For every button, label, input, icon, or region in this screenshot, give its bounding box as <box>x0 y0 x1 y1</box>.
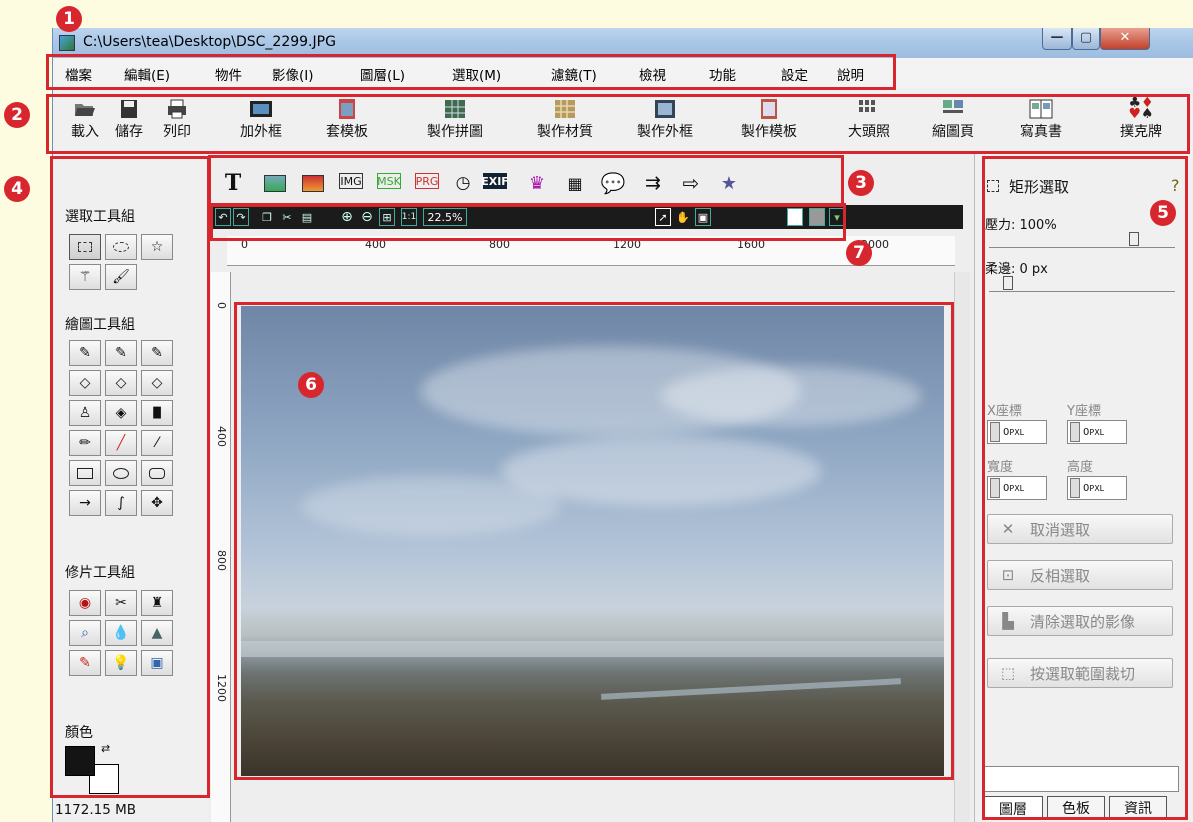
memory-status: 1172.15 MB <box>55 802 137 818</box>
maximize-button[interactable]: ▢ <box>1072 28 1100 50</box>
annotation-box-6 <box>234 302 954 780</box>
app-icon <box>59 35 75 51</box>
close-button[interactable]: ✕ <box>1100 28 1150 50</box>
badge-2: 2 <box>4 102 30 128</box>
badge-1: 1 <box>56 6 82 32</box>
badge-4: 4 <box>4 176 30 202</box>
window-title: C:\Users\tea\Desktop\DSC_2299.JPG <box>83 34 336 50</box>
ruler-v-400: 400 <box>215 426 228 447</box>
annotation-box-3 <box>208 155 844 207</box>
annotation-box-1 <box>46 54 896 90</box>
annotation-box-7 <box>210 203 846 241</box>
badge-5: 5 <box>1150 200 1176 226</box>
badge-6: 6 <box>298 372 324 398</box>
ruler-v-1200: 1200 <box>215 674 228 702</box>
ruler-v-0: 0 <box>215 302 228 309</box>
annotation-box-4 <box>50 156 210 798</box>
annotation-box-5 <box>982 156 1188 820</box>
minimize-button[interactable]: — <box>1042 28 1072 50</box>
vertical-scrollbar[interactable] <box>954 272 970 822</box>
ruler-v-800: 800 <box>215 550 228 571</box>
badge-3: 3 <box>848 170 874 196</box>
badge-7: 7 <box>846 240 872 266</box>
vertical-ruler: 0 400 800 1200 <box>211 272 231 822</box>
annotation-box-2 <box>46 94 1190 154</box>
